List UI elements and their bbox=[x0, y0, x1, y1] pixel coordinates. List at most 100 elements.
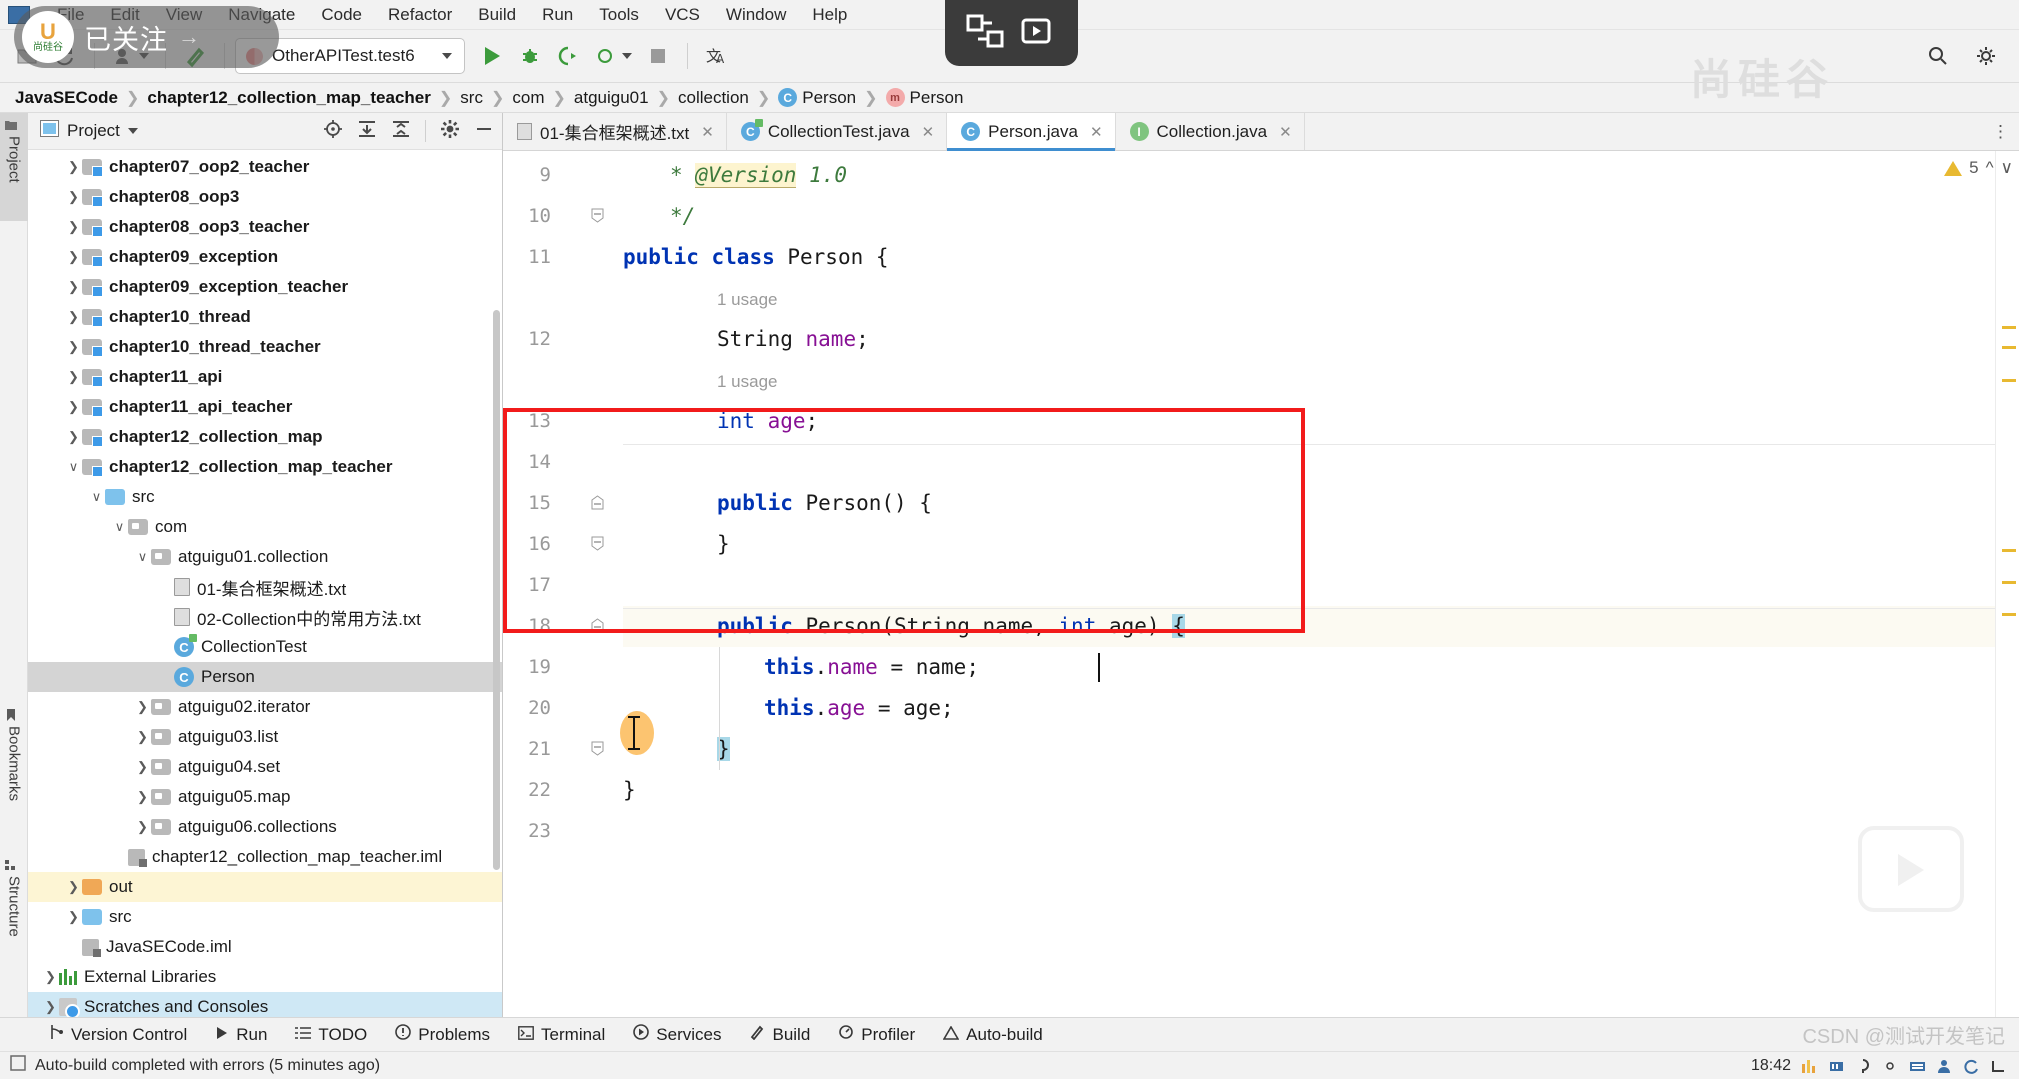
tray-icon[interactable] bbox=[1990, 1058, 2007, 1074]
debug-icon[interactable] bbox=[513, 39, 547, 73]
code-line[interactable]: String name; bbox=[717, 319, 869, 360]
menu-item-build[interactable]: Build bbox=[465, 5, 529, 25]
tool-window-button-build[interactable]: Build bbox=[735, 1024, 824, 1045]
line-number[interactable]: 15 bbox=[528, 492, 551, 514]
editor-tab[interactable]: 01-集合框架概述.txt ✕ bbox=[503, 113, 727, 150]
tree-item[interactable]: chapter12_collection_map_teacher.iml bbox=[28, 842, 502, 872]
collapse-all-icon[interactable] bbox=[391, 119, 411, 144]
tree-expand-arrow-icon[interactable]: ❯ bbox=[134, 789, 151, 805]
tool-window-bar[interactable]: Version Control Run TODO Problems Terminal Se… bbox=[0, 1017, 2019, 1051]
stripe-marker[interactable] bbox=[2002, 613, 2016, 616]
menu-item-run[interactable]: Run bbox=[529, 5, 586, 25]
tree-expand-arrow-icon[interactable]: ❯ bbox=[65, 219, 82, 235]
line-number[interactable]: 9 bbox=[540, 164, 551, 186]
tree-item[interactable]: ❯ atguigu03.list bbox=[28, 722, 502, 752]
tree-expand-arrow-icon[interactable]: ∨ bbox=[134, 549, 151, 565]
tree-expand-arrow-icon[interactable]: ❯ bbox=[42, 969, 59, 985]
stripe-marker[interactable] bbox=[2002, 581, 2016, 584]
code-line[interactable]: public class Person { bbox=[623, 237, 889, 278]
tree-expand-arrow-icon[interactable]: ❯ bbox=[65, 429, 82, 445]
code-line[interactable]: } bbox=[623, 770, 636, 811]
locate-icon[interactable] bbox=[323, 119, 343, 144]
cloud-icon[interactable] bbox=[1963, 1058, 1980, 1074]
breadcrumb-item-src[interactable]: src bbox=[455, 88, 488, 108]
tree-item[interactable]: ∨ chapter12_collection_map_teacher bbox=[28, 452, 502, 482]
tree-item[interactable]: ❯ atguigu06.collections bbox=[28, 812, 502, 842]
run-with-coverage-icon[interactable] bbox=[551, 39, 585, 73]
tree-item[interactable]: 01-集合框架概述.txt bbox=[28, 572, 502, 602]
tree-expand-arrow-icon[interactable]: ❯ bbox=[134, 699, 151, 715]
tree-item[interactable]: C Person bbox=[28, 662, 502, 692]
tree-item[interactable]: C CollectionTest bbox=[28, 632, 502, 662]
tree-item[interactable]: ❯ chapter08_oop3 bbox=[28, 182, 502, 212]
tool-window-button-profiler[interactable]: Profiler bbox=[824, 1024, 929, 1045]
code-line[interactable]: } bbox=[717, 524, 730, 565]
editor-tab-bar[interactable]: 01-集合框架概述.txt ✕ C CollectionTest.java ✕ C Pers… bbox=[503, 113, 2019, 151]
tree-item[interactable]: ❯ atguigu02.iterator bbox=[28, 692, 502, 722]
tree-item[interactable]: 02-Collection中的常用方法.txt bbox=[28, 602, 502, 632]
code-line[interactable]: 1 usage bbox=[717, 278, 778, 320]
run-icon[interactable] bbox=[475, 39, 509, 73]
tool-window-button-terminal[interactable]: Terminal bbox=[504, 1025, 619, 1045]
tree-item[interactable]: ❯ chapter10_thread_teacher bbox=[28, 332, 502, 362]
tree-expand-arrow-icon[interactable]: ❯ bbox=[65, 159, 82, 175]
error-stripe-marker-bar[interactable] bbox=[1995, 151, 2019, 1017]
tree-expand-arrow-icon[interactable]: ∨ bbox=[88, 489, 105, 505]
menu-item-window[interactable]: Window bbox=[713, 5, 799, 25]
sidebar-item-bookmarks[interactable]: Bookmarks bbox=[0, 703, 28, 833]
profile-dropdown-caret-icon[interactable] bbox=[622, 53, 632, 59]
chevron-down-icon[interactable] bbox=[442, 53, 452, 59]
tree-item[interactable]: ❯ Scratches and Consoles bbox=[28, 992, 502, 1017]
stripe-marker[interactable] bbox=[2002, 346, 2016, 349]
tree-item[interactable]: ❯ chapter12_collection_map bbox=[28, 422, 502, 452]
tree-item[interactable]: ❯ out bbox=[28, 872, 502, 902]
code-fold-end-icon[interactable] bbox=[591, 741, 606, 756]
tree-expand-arrow-icon[interactable]: ❯ bbox=[65, 339, 82, 355]
code-line[interactable]: */ bbox=[670, 196, 695, 237]
tree-item[interactable]: ❯ chapter09_exception bbox=[28, 242, 502, 272]
breadcrumb-item-module[interactable]: chapter12_collection_map_teacher bbox=[142, 88, 435, 108]
tree-expand-arrow-icon[interactable]: ❯ bbox=[65, 189, 82, 205]
tool-window-button-version-control[interactable]: Version Control bbox=[34, 1024, 201, 1045]
line-number[interactable]: 10 bbox=[528, 205, 551, 227]
tool-window-button-auto-build[interactable]: Auto-build bbox=[929, 1025, 1057, 1045]
chevron-down-icon[interactable] bbox=[127, 128, 138, 134]
tree-expand-arrow-icon[interactable]: ❯ bbox=[134, 729, 151, 745]
code-fold-end-icon[interactable] bbox=[591, 208, 606, 223]
tree-item[interactable]: ❯ chapter07_oop2_teacher bbox=[28, 152, 502, 182]
breadcrumb-item-atguigu01[interactable]: atguigu01 bbox=[569, 88, 654, 108]
breadcrumb-item-com[interactable]: com bbox=[507, 88, 549, 108]
tool-window-button-problems[interactable]: Problems bbox=[381, 1024, 504, 1045]
tree-expand-arrow-icon[interactable]: ❯ bbox=[42, 999, 59, 1015]
tree-item[interactable]: ∨ com bbox=[28, 512, 502, 542]
menu-item-vcs[interactable]: VCS bbox=[652, 5, 713, 25]
breadcrumb-item-class-person[interactable]: C Person bbox=[773, 88, 861, 108]
code-line[interactable]: 1 usage bbox=[717, 360, 778, 402]
tree-item[interactable]: JavaSECode.iml bbox=[28, 932, 502, 962]
menu-item-tools[interactable]: Tools bbox=[586, 5, 652, 25]
video-record-icon[interactable] bbox=[1020, 14, 1058, 53]
tree-item[interactable]: ∨ atguigu01.collection bbox=[28, 542, 502, 572]
code-line[interactable]: * @Version 1.0 bbox=[670, 155, 847, 196]
tree-expand-arrow-icon[interactable]: ❯ bbox=[134, 759, 151, 775]
event-log-icon[interactable] bbox=[10, 1055, 26, 1076]
tool-window-button-todo[interactable]: TODO bbox=[281, 1025, 381, 1045]
line-number[interactable]: 18 bbox=[528, 615, 551, 637]
stripe-marker[interactable] bbox=[2002, 549, 2016, 552]
tree-expand-arrow-icon[interactable]: ❯ bbox=[65, 309, 82, 325]
breadcrumb-item-javasecode[interactable]: JavaSECode bbox=[10, 88, 123, 108]
tree-expand-arrow-icon[interactable]: ∨ bbox=[65, 459, 82, 475]
translate-icon[interactable]: 文A bbox=[700, 39, 734, 73]
code-fold-end-icon[interactable] bbox=[591, 536, 606, 551]
line-number[interactable]: 22 bbox=[528, 779, 551, 801]
tree-item[interactable]: ❯ chapter08_oop3_teacher bbox=[28, 212, 502, 242]
line-number[interactable]: 13 bbox=[528, 410, 551, 432]
close-icon[interactable]: ✕ bbox=[1279, 123, 1292, 141]
expand-all-icon[interactable] bbox=[357, 119, 377, 144]
code-line[interactable]: int age; bbox=[717, 401, 818, 442]
tree-item[interactable]: ❯ External Libraries bbox=[28, 962, 502, 992]
sidebar-item-project[interactable]: Project bbox=[0, 113, 28, 221]
editor-tabs-overflow[interactable]: ⋮ bbox=[1982, 113, 2019, 150]
tree-expand-arrow-icon[interactable]: ❯ bbox=[65, 399, 82, 415]
stripe-marker[interactable] bbox=[2002, 326, 2016, 329]
